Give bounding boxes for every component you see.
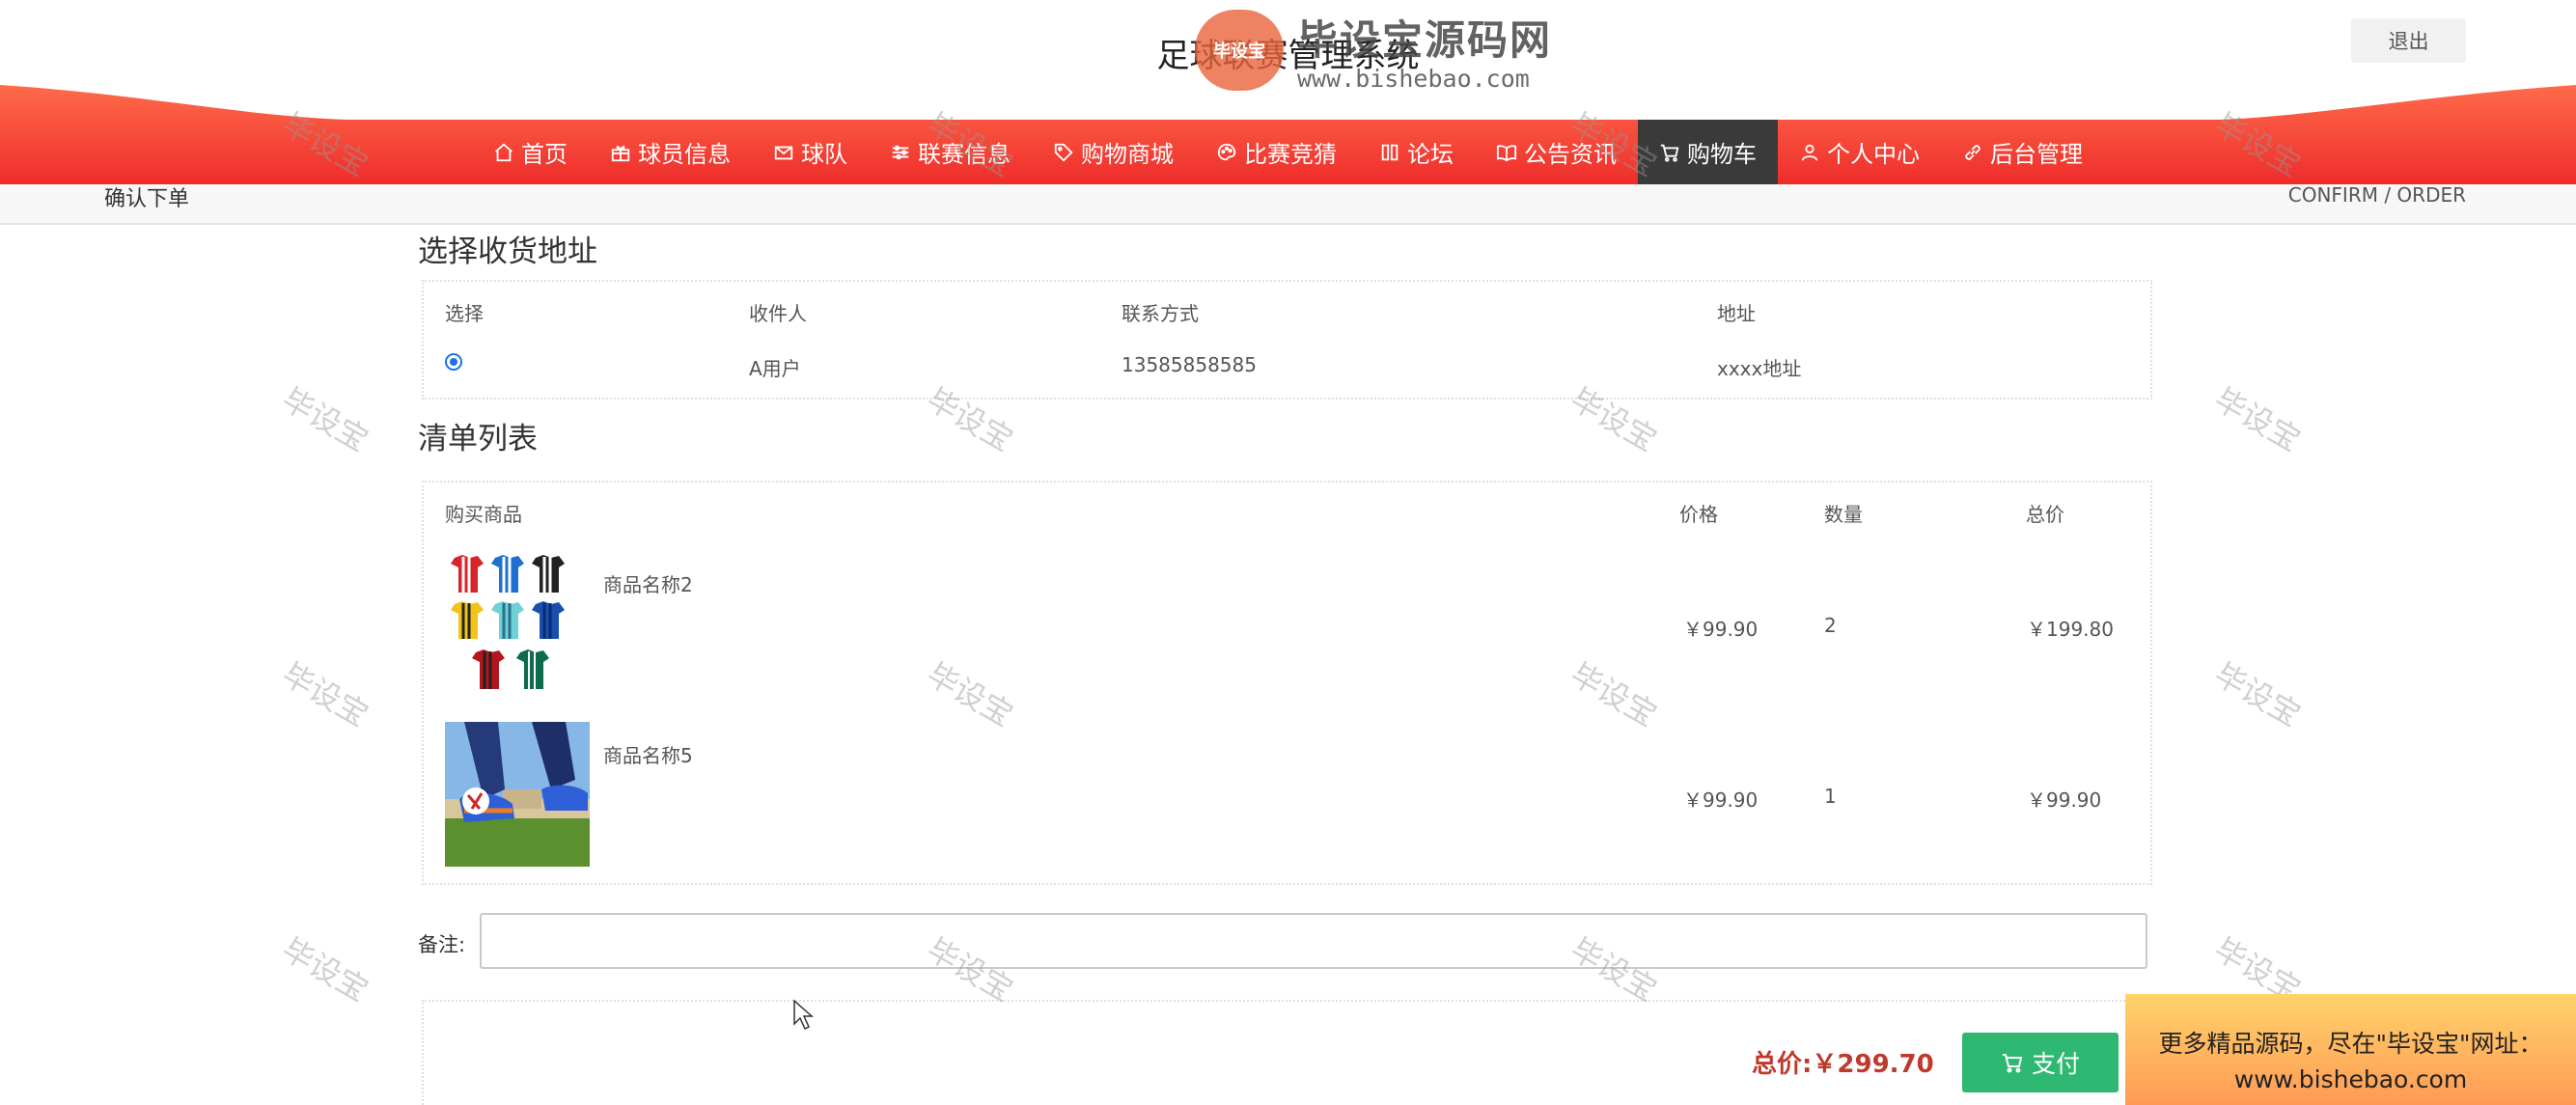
nav-item-home[interactable]: 首页 (472, 120, 589, 184)
order-list-title: 清单列表 (418, 422, 538, 456)
nav-label: 公告资讯 (1524, 141, 1617, 168)
user-icon (1801, 144, 1818, 161)
product-total: ￥199.80 (2027, 618, 2114, 641)
address-detail: xxxx地址 (1717, 357, 1802, 380)
nav-label: 论坛 (1407, 141, 1454, 168)
nav-item-player-info[interactable]: 球员信息 (589, 120, 752, 184)
order-list-panel (422, 481, 2152, 885)
remark-label: 备注: (418, 933, 466, 956)
nav-label: 后台管理 (1990, 141, 2083, 168)
product-qty: 1 (1824, 785, 1837, 808)
nav-item-team[interactable]: 球队 (752, 120, 869, 184)
product-name: 商品名称5 (603, 744, 693, 767)
total-label: 总价: (1752, 1050, 1813, 1079)
product-name: 商品名称2 (603, 573, 693, 596)
address-header-recipient: 收件人 (749, 302, 807, 325)
nav-item-user-center[interactable]: 个人中心 (1778, 120, 1941, 184)
list-header-total: 总价 (2026, 503, 2064, 526)
watermark: 毕设宝 (275, 930, 375, 1009)
cart-icon (1660, 144, 1679, 162)
pay-button[interactable]: 支付 (1962, 1033, 2119, 1092)
total-value: ￥299.70 (1812, 1050, 1934, 1079)
main-nav: 首页 球员信息 球队 联赛信息 购物商城 比赛竞猜 论坛 公告资讯 购物车 个人… (0, 120, 2576, 184)
nav-label: 个人中心 (1827, 141, 1920, 168)
address-recipient: A用户 (749, 357, 801, 380)
brand-watermark: 毕设宝 毕设宝源码网 www.bishebao.com (1195, 8, 1552, 93)
mouse-cursor-icon (793, 999, 814, 1031)
nav-label: 首页 (521, 141, 568, 168)
list-header-product: 购买商品 (445, 503, 522, 526)
list-header-qty: 数量 (1824, 503, 1863, 526)
breadcrumb-english: CONFIRM / ORDER (2287, 183, 2466, 207)
nav-label: 联赛信息 (918, 141, 1011, 168)
promo-line2: www.bishebao.com (2233, 1065, 2468, 1093)
product-total: ￥99.90 (2027, 788, 2102, 812)
home-icon (495, 143, 512, 161)
product-price: ￥99.90 (1683, 618, 1759, 641)
gift-icon (611, 145, 630, 161)
product-price: ￥99.90 (1683, 788, 1759, 812)
address-section-title: 选择收货地址 (418, 235, 597, 269)
promo-banner[interactable]: 更多精品源码，尽在"毕设宝"网址： www.bishebao.com (2125, 994, 2576, 1105)
link-icon (1965, 144, 1980, 160)
brand-url: www.bishebao.com (1297, 65, 1530, 93)
breadcrumb: 确认下单 (104, 187, 190, 211)
tag-icon (1054, 143, 1073, 162)
breadcrumb-bar (0, 184, 2576, 225)
nav-item-admin[interactable]: 后台管理 (1941, 120, 2104, 184)
watermark: 毕设宝 (275, 655, 375, 734)
list-header-price: 价格 (1679, 503, 1718, 526)
watermark: 毕设宝 (2207, 655, 2308, 734)
brand-logo: 毕设宝 (1195, 10, 1284, 91)
watermark: 毕设宝 (275, 380, 375, 459)
columns-icon (1381, 144, 1399, 160)
nav-item-forum[interactable]: 论坛 (1358, 120, 1475, 184)
sliders-icon (892, 145, 909, 159)
mail-icon (774, 146, 793, 159)
nav-label: 球队 (801, 141, 847, 168)
order-total: 总价:￥299.70 (1752, 1044, 1934, 1080)
address-phone: 13585858585 (1122, 353, 1257, 376)
nav-item-match-quiz[interactable]: 比赛竞猜 (1195, 120, 1358, 184)
jerseys-image (445, 552, 590, 697)
address-header-contact: 联系方式 (1122, 302, 1199, 325)
football-boots-image (445, 722, 590, 867)
nav-item-announcements[interactable]: 公告资讯 (1475, 120, 1638, 184)
watermark: 毕设宝 (2207, 380, 2308, 459)
pay-label: 支付 (2031, 1050, 2080, 1078)
book-icon (1496, 144, 1517, 161)
nav-label: 购物商城 (1081, 141, 1174, 168)
address-header-address: 地址 (1717, 302, 1756, 325)
address-radio[interactable] (445, 353, 462, 371)
address-header-select: 选择 (445, 302, 484, 325)
nav-item-league-info[interactable]: 联赛信息 (869, 120, 1032, 184)
nav-item-cart[interactable]: 购物车 (1638, 120, 1778, 184)
nav-item-shop[interactable]: 购物商城 (1032, 120, 1195, 184)
palette-icon (1217, 143, 1236, 160)
promo-line1: 更多精品源码，尽在"毕设宝"网址： (2158, 1030, 2543, 1058)
address-panel (422, 280, 2152, 400)
brand-name: 毕设宝源码网 (1297, 16, 1553, 64)
nav-label: 购物车 (1687, 141, 1757, 168)
nav-label: 比赛竞猜 (1244, 141, 1337, 168)
cart-icon (2002, 1054, 2023, 1073)
remark-input[interactable] (480, 913, 2147, 969)
product-qty: 2 (1824, 614, 1837, 637)
logout-button[interactable]: 退出 (2351, 18, 2466, 63)
nav-label: 球员信息 (638, 141, 731, 168)
